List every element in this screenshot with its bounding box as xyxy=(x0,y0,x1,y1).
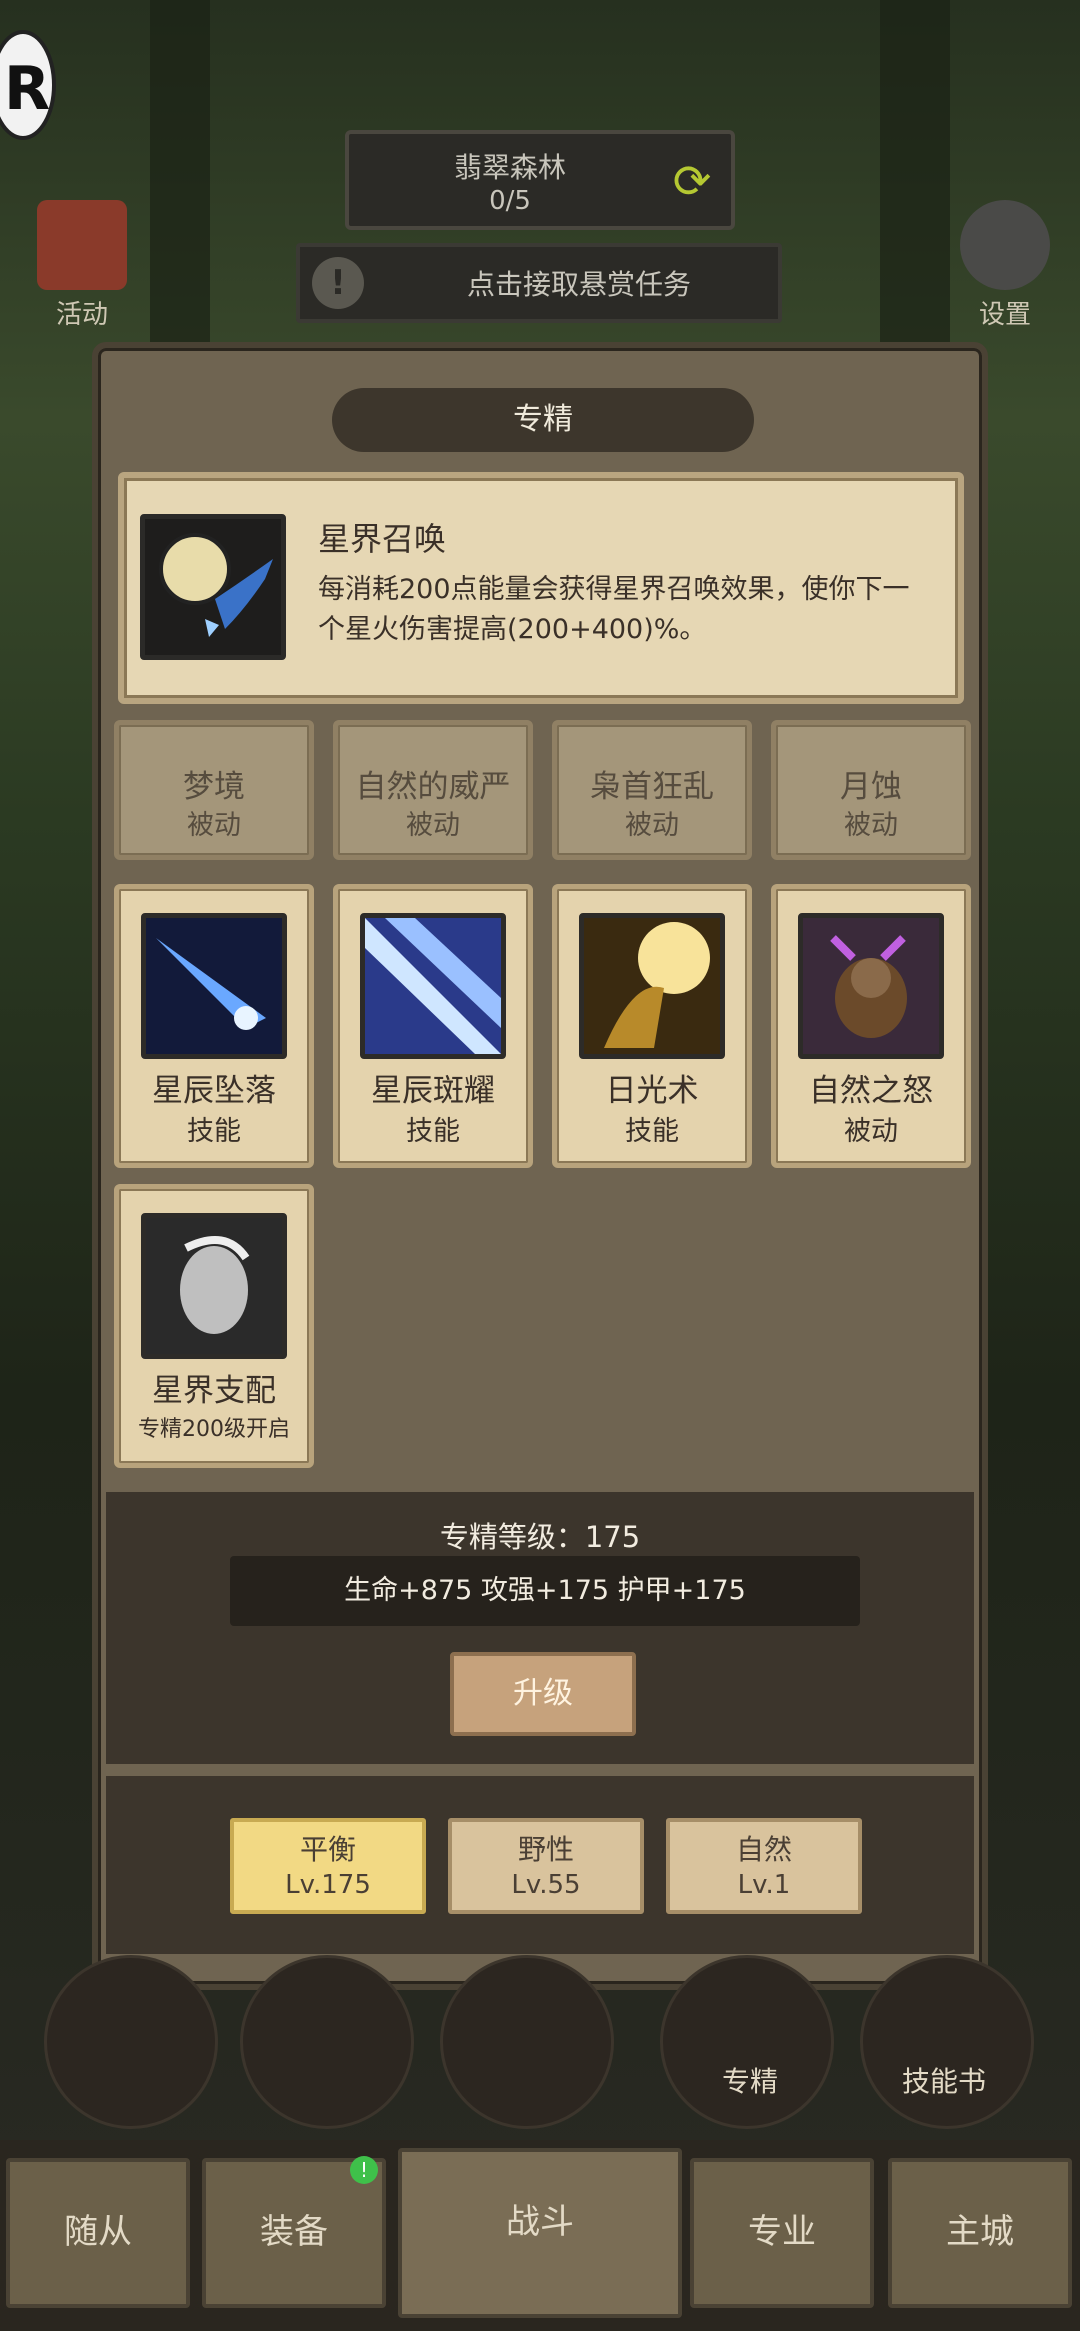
spec-name: 平衡 xyxy=(299,1833,356,1866)
skillbook-label: 技能书 xyxy=(902,2065,987,2098)
detail-name: 星界召唤 xyxy=(318,520,447,558)
background-button xyxy=(44,1955,218,2129)
card-type: 技能 xyxy=(406,1116,460,1147)
battle-label: 战斗 xyxy=(506,2202,574,2242)
background-button xyxy=(860,1955,1034,2129)
astral-dominance-icon xyxy=(141,1213,287,1359)
skill-card-sunlight[interactable]: 日光术 技能 xyxy=(552,884,752,1168)
activity-button[interactable]: 活动 xyxy=(22,200,142,331)
background-button xyxy=(240,1955,414,2129)
astral-summon-icon xyxy=(140,514,286,660)
spec-level-label: 专精等级：175 xyxy=(439,1520,641,1554)
settings-label: 设置 xyxy=(978,300,1031,330)
area-progress: 0/5 xyxy=(489,186,531,216)
spec-name: 自然 xyxy=(735,1833,792,1866)
panel-title: 专精 xyxy=(332,388,754,452)
activity-icon xyxy=(37,200,127,290)
background-button xyxy=(440,1955,614,2129)
starsurge-icon xyxy=(360,913,506,1059)
skill-card-starfall[interactable]: 星辰坠落 技能 xyxy=(114,884,314,1168)
spec-tab-balance[interactable]: 平衡 Lv.175 xyxy=(230,1818,426,1914)
skill-card-astral-dominance[interactable]: 星界支配 专精200级开启 xyxy=(114,1184,314,1468)
card-name: 星辰坠落 xyxy=(152,1073,276,1109)
card-name: 自然之怒 xyxy=(809,1073,933,1109)
starfall-icon xyxy=(141,913,287,1059)
skill-card[interactable]: 自然的威严 被动 xyxy=(333,720,533,860)
stats-bonus: 生命+875 攻强+175 护甲+175 xyxy=(230,1556,860,1626)
stag-icon xyxy=(798,913,944,1059)
refresh-icon[interactable]: ⟳ xyxy=(667,156,717,206)
nav-followers[interactable]: 随从 xyxy=(6,2158,190,2308)
card-name: 梦境 xyxy=(183,769,245,805)
card-type: 被动 xyxy=(844,1116,898,1147)
area-name: 翡翠森林 xyxy=(453,151,566,184)
card-name: 日光术 xyxy=(605,1073,699,1109)
card-name: 星辰斑耀 xyxy=(371,1073,495,1109)
skill-card[interactable]: 梦境 被动 xyxy=(114,720,314,860)
nav-battle[interactable]: 战斗 xyxy=(398,2148,682,2318)
skill-card-starsurge[interactable]: 星辰斑耀 技能 xyxy=(333,884,533,1168)
spec-level: Lv.1 xyxy=(737,1870,791,1900)
skill-card-natures-wrath[interactable]: 自然之怒 被动 xyxy=(771,884,971,1168)
skill-card[interactable]: 月蚀 被动 xyxy=(771,720,971,860)
background-button xyxy=(660,1955,834,2129)
settings-button[interactable]: 设置 xyxy=(945,200,1065,331)
spec-level-section: 专精等级：175 生命+875 攻强+175 护甲+175 升级 xyxy=(106,1492,974,1764)
card-type: 被动 xyxy=(844,810,898,841)
activity-label: 活动 xyxy=(55,300,108,330)
area-panel[interactable]: 翡翠森林 0/5 ⟳ xyxy=(345,130,735,230)
skill-detail-card: 星界召唤 每消耗200点能量会获得星界召唤效果，使你下一个星火伤害提高(200+… xyxy=(118,472,964,704)
card-type: 被动 xyxy=(406,810,460,841)
card-name: 枭首狂乱 xyxy=(590,769,714,805)
specialization-panel: 专精 星界召唤 每消耗200点能量会获得星界召唤效果，使你下一个星火伤害提高(2… xyxy=(92,342,988,1990)
bottom-nav: 随从 装备 战斗 专业 主城 xyxy=(0,2140,1080,2331)
spec-shortcut-label: 专精 xyxy=(722,2065,779,2098)
nav-profession[interactable]: 专业 xyxy=(690,2158,874,2308)
card-name: 自然的威严 xyxy=(355,769,511,805)
spec-tabs: 平衡 Lv.175 野性 Lv.55 自然 Lv.1 xyxy=(106,1776,974,1954)
nav-city[interactable]: 主城 xyxy=(888,2158,1072,2308)
card-type: 被动 xyxy=(187,810,241,841)
card-name: 月蚀 xyxy=(840,769,902,805)
notification-badge: ! xyxy=(350,2156,378,2184)
spec-name: 野性 xyxy=(517,1833,574,1866)
bounty-bar[interactable]: ! 点击接取悬赏任务 xyxy=(296,243,782,323)
bounty-text: 点击接取悬赏任务 xyxy=(466,268,691,301)
detail-description: 每消耗200点能量会获得星界召唤效果，使你下一个星火伤害提高(200+400)%… xyxy=(318,574,910,645)
spec-tab-nature[interactable]: 自然 Lv.1 xyxy=(666,1818,862,1914)
card-type: 技能 xyxy=(625,1116,679,1147)
sunlight-icon xyxy=(579,913,725,1059)
gear-icon xyxy=(960,200,1050,290)
spec-level: Lv.55 xyxy=(511,1870,581,1900)
card-name: 星界支配 xyxy=(152,1373,276,1409)
spec-level: Lv.175 xyxy=(285,1870,371,1900)
alert-icon: ! xyxy=(312,257,364,309)
card-unlock-text: 专精200级开启 xyxy=(138,1417,290,1442)
skill-card[interactable]: 枭首狂乱 被动 xyxy=(552,720,752,860)
spec-tab-feral[interactable]: 野性 Lv.55 xyxy=(448,1818,644,1914)
card-type: 技能 xyxy=(187,1116,241,1147)
upgrade-button[interactable]: 升级 xyxy=(450,1652,636,1736)
card-type: 被动 xyxy=(625,810,679,841)
